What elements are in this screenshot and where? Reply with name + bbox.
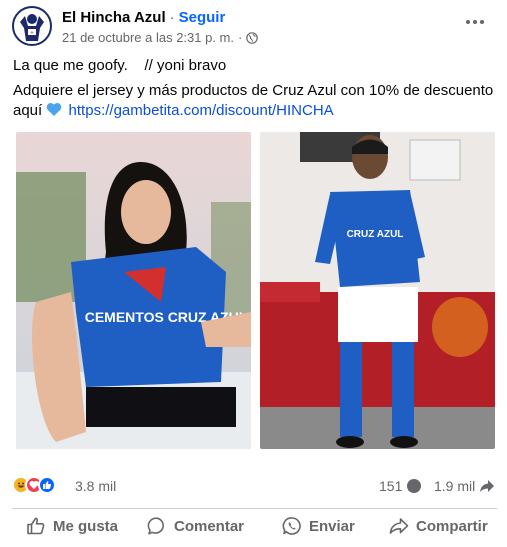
photo-man-jersey[interactable]: CRUZ AZUL (260, 132, 495, 449)
post-timestamp[interactable]: 21 de octubre a las 2:31 p. m. (62, 30, 234, 45)
reactions-count[interactable]: 3.8 mil (75, 478, 116, 494)
share-label: Compartir (416, 517, 488, 535)
actions-divider (12, 508, 497, 509)
blue-heart-icon (47, 103, 62, 116)
comment-label: Comentar (174, 517, 245, 535)
name-separator: · (169, 9, 175, 26)
comment-button[interactable]: Comentar (147, 516, 244, 536)
shares-count: 1.9 mil (434, 478, 476, 494)
page-avatar[interactable]: + (12, 6, 52, 46)
like-icon (38, 476, 56, 494)
globe-icon (246, 31, 259, 44)
whatsapp-icon (282, 517, 301, 535)
post-header: + El Hincha Azul · Seguir 21 de octubre a … (12, 6, 495, 48)
like-label: Me gusta (53, 517, 119, 535)
shares-count-group[interactable]: 1.9 mil (434, 478, 495, 494)
photo-woman-jersey[interactable]: CEMENTOS CRUZ AZUL (16, 132, 251, 449)
fan-logo-icon: + (15, 9, 49, 43)
page-name[interactable]: El Hincha Azul (62, 9, 166, 26)
meta-separator: · (238, 30, 243, 45)
reactions-bar: 3.8 mil 151 1.9 mil (12, 476, 497, 498)
photo-grid: CEMENTOS CRUZ AZUL CRUZ AZUL (16, 132, 495, 449)
send-label: Enviar (309, 517, 355, 535)
comment-icon (147, 517, 164, 535)
post-text-line2: Adquiere el jersey y más productos de Cr… (13, 81, 497, 121)
comments-count-group[interactable]: 151 (379, 478, 422, 494)
send-button[interactable]: Enviar (282, 516, 355, 536)
comments-count: 151 (379, 478, 403, 494)
jersey-text-right: CRUZ AZUL (347, 229, 404, 240)
more-options-icon[interactable] (463, 14, 487, 30)
reaction-icons[interactable] (12, 476, 56, 494)
share-arrow-icon (480, 480, 495, 492)
thumbs-up-icon (27, 517, 45, 535)
follow-button[interactable]: Seguir (179, 9, 226, 26)
svg-text:+: + (30, 30, 34, 36)
like-button[interactable]: Me gusta (26, 516, 118, 536)
share-icon (389, 518, 409, 534)
share-button[interactable]: Compartir (389, 516, 488, 536)
action-bar: Me gusta Comentar Enviar Compartir (12, 512, 497, 544)
comment-bubble-icon (407, 479, 422, 493)
post-text-line1: La que me goofy. // yoni bravo (13, 57, 227, 74)
discount-link[interactable]: https://gambetita.com/discount/HINCHA (69, 102, 334, 119)
